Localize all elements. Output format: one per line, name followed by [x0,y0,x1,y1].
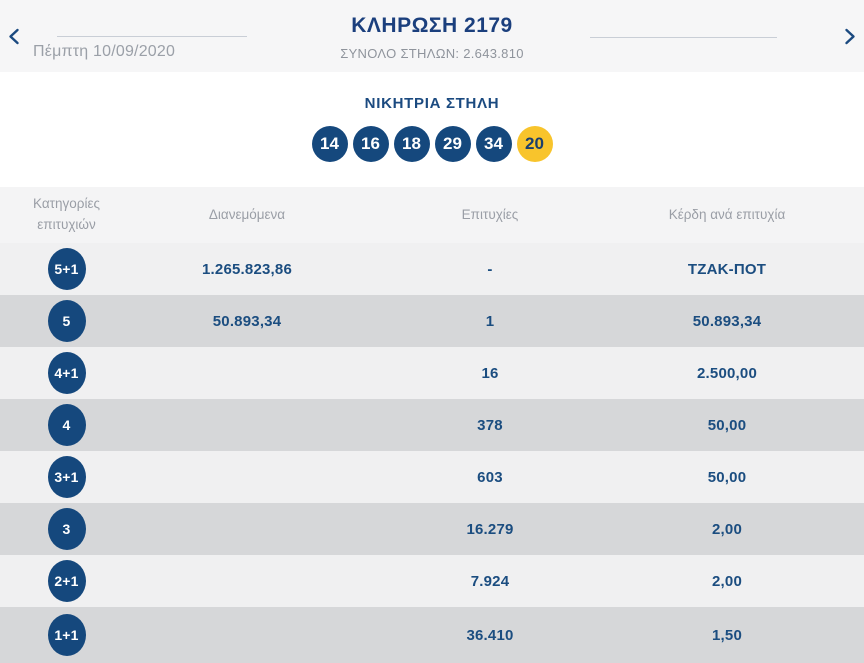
category-badge: 3+1 [48,456,86,498]
joker-number-ball: 20 [517,126,553,162]
prize-cell: 2,00 [619,521,835,538]
winning-column-section: ΝΙΚΗΤΡΙΑ ΣΤΗΛΗ 14 16 18 29 34 20 [0,72,864,187]
table-row: 4 378 50,00 [0,399,864,451]
table-row: 5+1 1.265.823,86 - ΤΖΑΚ-ΠΟΤ [0,243,864,295]
distributed-cell: 50.893,34 [133,313,361,330]
column-header-distributed: Διανεμόμενα [133,205,361,226]
category-badge: 5 [48,300,86,342]
winners-cell: 16 [361,365,619,382]
winners-cell: 16.279 [361,521,619,538]
table-row: 3 16.279 2,00 [0,503,864,555]
category-cell: 4+1 [0,352,133,394]
prize-cell: 1,50 [619,627,835,644]
category-cell: 5+1 [0,248,133,290]
category-cell: 2+1 [0,560,133,602]
draw-header-bar: Πέμπτη 10/09/2020 ΚΛΗΡΩΣΗ 2179 ΣΥΝΟΛΟ ΣΤ… [0,0,864,72]
winners-cell: 1 [361,313,619,330]
table-row: 1+1 36.410 1,50 [0,607,864,663]
table-header-row: Κατηγορίες επιτυχιών Διανεμόμενα Επιτυχί… [0,187,864,243]
prize-cell: 2.500,00 [619,365,835,382]
category-badge: 4+1 [48,352,86,394]
divider-line-right [590,37,777,38]
total-columns-label: ΣΥΝΟΛΟ ΣΤΗΛΩΝ: 2.643.810 [0,46,864,61]
table-row: 4+1 16 2.500,00 [0,347,864,399]
divider-right-block [590,37,777,38]
chevron-right-icon [844,28,856,45]
prize-cell: ΤΖΑΚ-ΠΟΤ [619,261,835,278]
winning-number-ball: 29 [435,126,471,162]
column-header-categories: Κατηγορίες επιτυχιών [0,194,133,236]
category-cell: 3 [0,508,133,550]
prize-cell: 2,00 [619,573,835,590]
category-badge: 4 [48,404,86,446]
winners-cell: 7.924 [361,573,619,590]
table-row: 2+1 7.924 2,00 [0,555,864,607]
category-badge: 5+1 [48,248,86,290]
category-badge: 3 [48,508,86,550]
winning-number-ball: 18 [394,126,430,162]
winners-cell: 378 [361,417,619,434]
joker-draw-results-page: Πέμπτη 10/09/2020 ΚΛΗΡΩΣΗ 2179 ΣΥΝΟΛΟ ΣΤ… [0,0,864,663]
category-cell: 3+1 [0,456,133,498]
winning-number-ball: 14 [312,126,348,162]
category-cell: 4 [0,404,133,446]
distributed-cell: 1.265.823,86 [133,261,361,278]
winning-number-ball: 34 [476,126,512,162]
table-row: 5 50.893,34 1 50.893,34 [0,295,864,347]
category-badge: 1+1 [48,614,86,656]
winners-cell: 603 [361,469,619,486]
column-header-winners: Επιτυχίες [361,205,619,226]
winning-number-ball: 16 [353,126,389,162]
category-cell: 5 [0,300,133,342]
prize-tiers-table: Κατηγορίες επιτυχιών Διανεμόμενα Επιτυχί… [0,187,864,663]
prize-cell: 50,00 [619,417,835,434]
prize-cell: 50.893,34 [619,313,835,330]
category-badge: 2+1 [48,560,86,602]
winners-cell: - [361,261,619,278]
column-header-prize: Κέρδη ανά επιτυχία [619,205,835,226]
draw-title: ΚΛΗΡΩΣΗ 2179 [0,14,864,38]
table-row: 3+1 603 50,00 [0,451,864,503]
winning-column-title: ΝΙΚΗΤΡΙΑ ΣΤΗΛΗ [0,95,864,113]
category-cell: 1+1 [0,614,133,656]
winning-numbers: 14 16 18 29 34 20 [0,126,864,162]
next-draw-button[interactable] [840,24,860,49]
prize-cell: 50,00 [619,469,835,486]
winners-cell: 36.410 [361,627,619,644]
